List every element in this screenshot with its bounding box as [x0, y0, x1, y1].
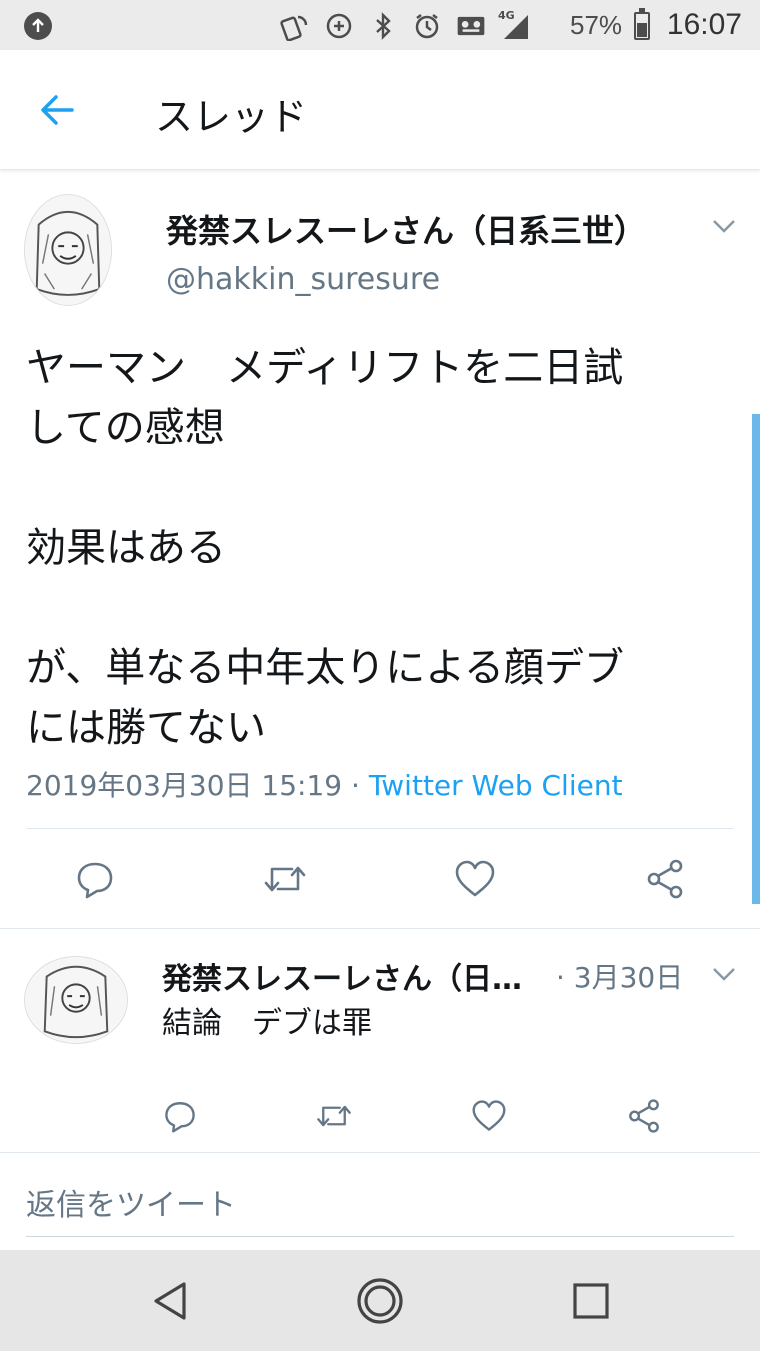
status-bar: 4G 57% 16:07: [0, 0, 760, 50]
reply-compose-input[interactable]: 返信をツイート: [26, 1180, 236, 1224]
retweet-icon[interactable]: [258, 854, 312, 904]
nav-home-icon[interactable]: [355, 1276, 405, 1326]
reply-retweet-icon[interactable]: [312, 1096, 356, 1136]
tweet-meta: 2019年03月30日 15:19 · Twitter Web Client: [26, 764, 623, 804]
nav-recents-icon[interactable]: [566, 1276, 616, 1326]
voicemail-icon: [456, 11, 486, 41]
like-icon[interactable]: [450, 854, 500, 904]
arrow-left-icon[interactable]: [36, 88, 80, 132]
bluetooth-icon: [368, 11, 398, 41]
share-icon[interactable]: [640, 854, 690, 904]
network-type-label: 4G: [498, 9, 515, 22]
signal-4g-icon: 4G: [498, 9, 530, 41]
divider: [26, 828, 734, 829]
reply-text: 結論 デブは罪: [162, 1006, 372, 1041]
reply-reply-icon[interactable]: [160, 1096, 200, 1136]
reply-date[interactable]: · 3月30日: [556, 956, 683, 996]
battery-icon: [634, 8, 650, 40]
meta-separator: ·: [342, 769, 369, 802]
chevron-down-icon[interactable]: [711, 218, 737, 234]
author-name[interactable]: 発禁スレスーレさん（日系三世）: [166, 206, 646, 252]
reply-like-icon[interactable]: [469, 1096, 509, 1136]
reply-icon[interactable]: [70, 854, 120, 904]
reply-avatar-image: [25, 957, 127, 1043]
battery-percentage: 57%: [570, 10, 623, 40]
reply-author-name[interactable]: 発禁スレスーレさん（日…: [162, 954, 522, 998]
app-header: スレッド: [0, 50, 760, 170]
nav-back-icon[interactable]: [145, 1276, 195, 1326]
nfc-icon: [280, 11, 310, 41]
reply-chevron-down-icon[interactable]: [711, 966, 737, 982]
reply-share-icon[interactable]: [624, 1096, 664, 1136]
data-saver-icon: [324, 11, 354, 41]
avatar-image: [25, 195, 111, 305]
section-divider: [0, 1152, 760, 1153]
notification-icon: [24, 12, 52, 40]
tweet-text: ヤーマン メディリフトを二日試 しての感想 効果はある が、単なる中年太りによる…: [26, 345, 624, 751]
alarm-icon: [412, 11, 442, 41]
compose-underline: [26, 1236, 734, 1237]
system-nav-bar: [0, 1250, 760, 1351]
page-title: スレッド: [155, 95, 308, 139]
author-handle[interactable]: @hakkin_suresure: [166, 262, 440, 297]
reply-avatar[interactable]: [24, 956, 128, 1044]
scrollbar[interactable]: [752, 414, 760, 904]
avatar[interactable]: [24, 194, 112, 306]
clock: 16:07: [666, 8, 742, 41]
tweet-client-link[interactable]: Twitter Web Client: [369, 769, 623, 802]
section-divider: [0, 928, 760, 929]
tweet-timestamp[interactable]: 2019年03月30日 15:19: [26, 769, 342, 802]
